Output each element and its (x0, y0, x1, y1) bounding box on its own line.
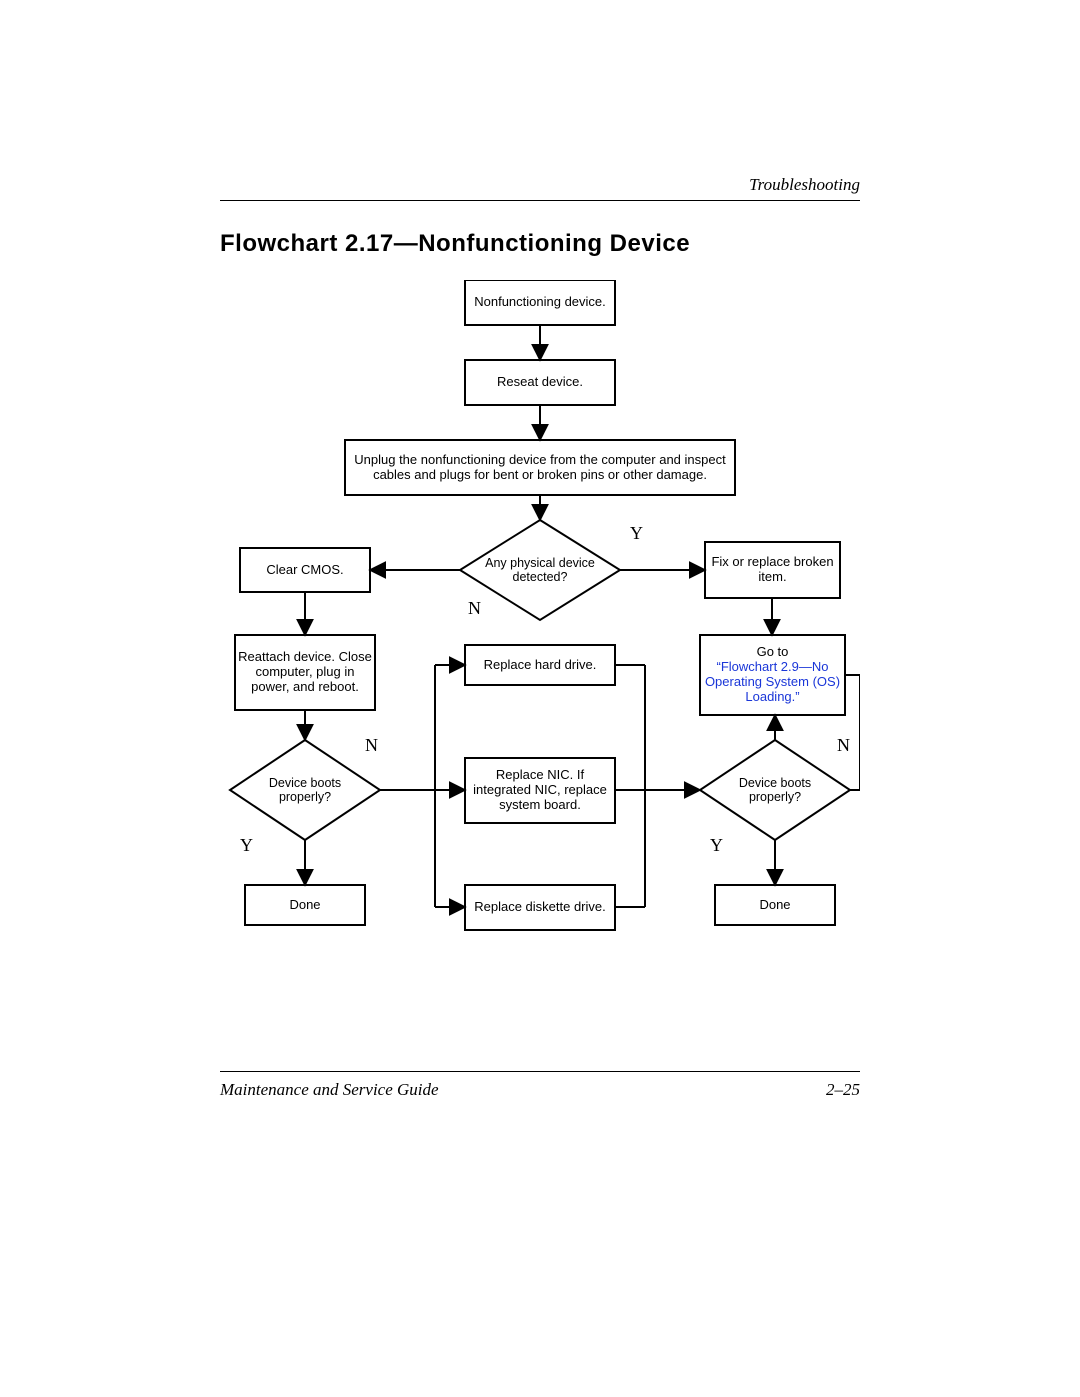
node-boots-right: Device boots properly? (725, 765, 825, 815)
node-unplug: Unplug the nonfunctioning device from th… (350, 440, 730, 495)
flowchart-title: Flowchart 2.17—Nonfunctioning Device (220, 230, 690, 258)
node-replace-diskette: Replace diskette drive. (465, 885, 615, 930)
goto-link[interactable]: “Flowchart 2.9—No Operat­ing System (OS)… (705, 659, 840, 704)
label-n-boots-right: N (837, 735, 857, 756)
header-rule (220, 200, 860, 201)
footer-left: Maintenance and Service Guide (220, 1080, 439, 1100)
node-replace-hd: Replace hard drive. (465, 645, 615, 685)
node-reattach: Reattach device. Close computer, plug in… (238, 637, 372, 708)
node-done-left: Done (245, 885, 365, 925)
goto-prefix: Go to (757, 644, 789, 659)
footer-rule (220, 1071, 860, 1072)
node-replace-nic: Replace NIC. If integrated NIC, replace … (467, 760, 613, 821)
flowchart: Nonfunctioning device. Reseat device. Un… (220, 280, 860, 1040)
page: Troubleshooting Flowchart 2.17—Nonfuncti… (0, 0, 1080, 1397)
node-fix-replace: Fix or replace broken item. (705, 542, 840, 598)
label-n-boots-left: N (365, 735, 385, 756)
node-start: Nonfunctioning device. (465, 280, 615, 325)
node-boots-left: Device boots properly? (255, 765, 355, 815)
node-reseat: Reseat device. (465, 360, 615, 405)
label-n-physical: N (468, 598, 488, 619)
node-clear-cmos: Clear CMOS. (240, 548, 370, 592)
label-y-boots-right: Y (710, 835, 730, 856)
node-goto: Go to “Flowchart 2.9—No Operat­ing Syste… (703, 637, 842, 713)
label-y-physical: Y (630, 523, 650, 544)
node-done-right: Done (715, 885, 835, 925)
label-y-boots-left: Y (240, 835, 260, 856)
page-number: 2–25 (826, 1080, 860, 1100)
node-physical-decision: Any physical device detected? (475, 540, 605, 600)
header-section: Troubleshooting (749, 175, 860, 195)
